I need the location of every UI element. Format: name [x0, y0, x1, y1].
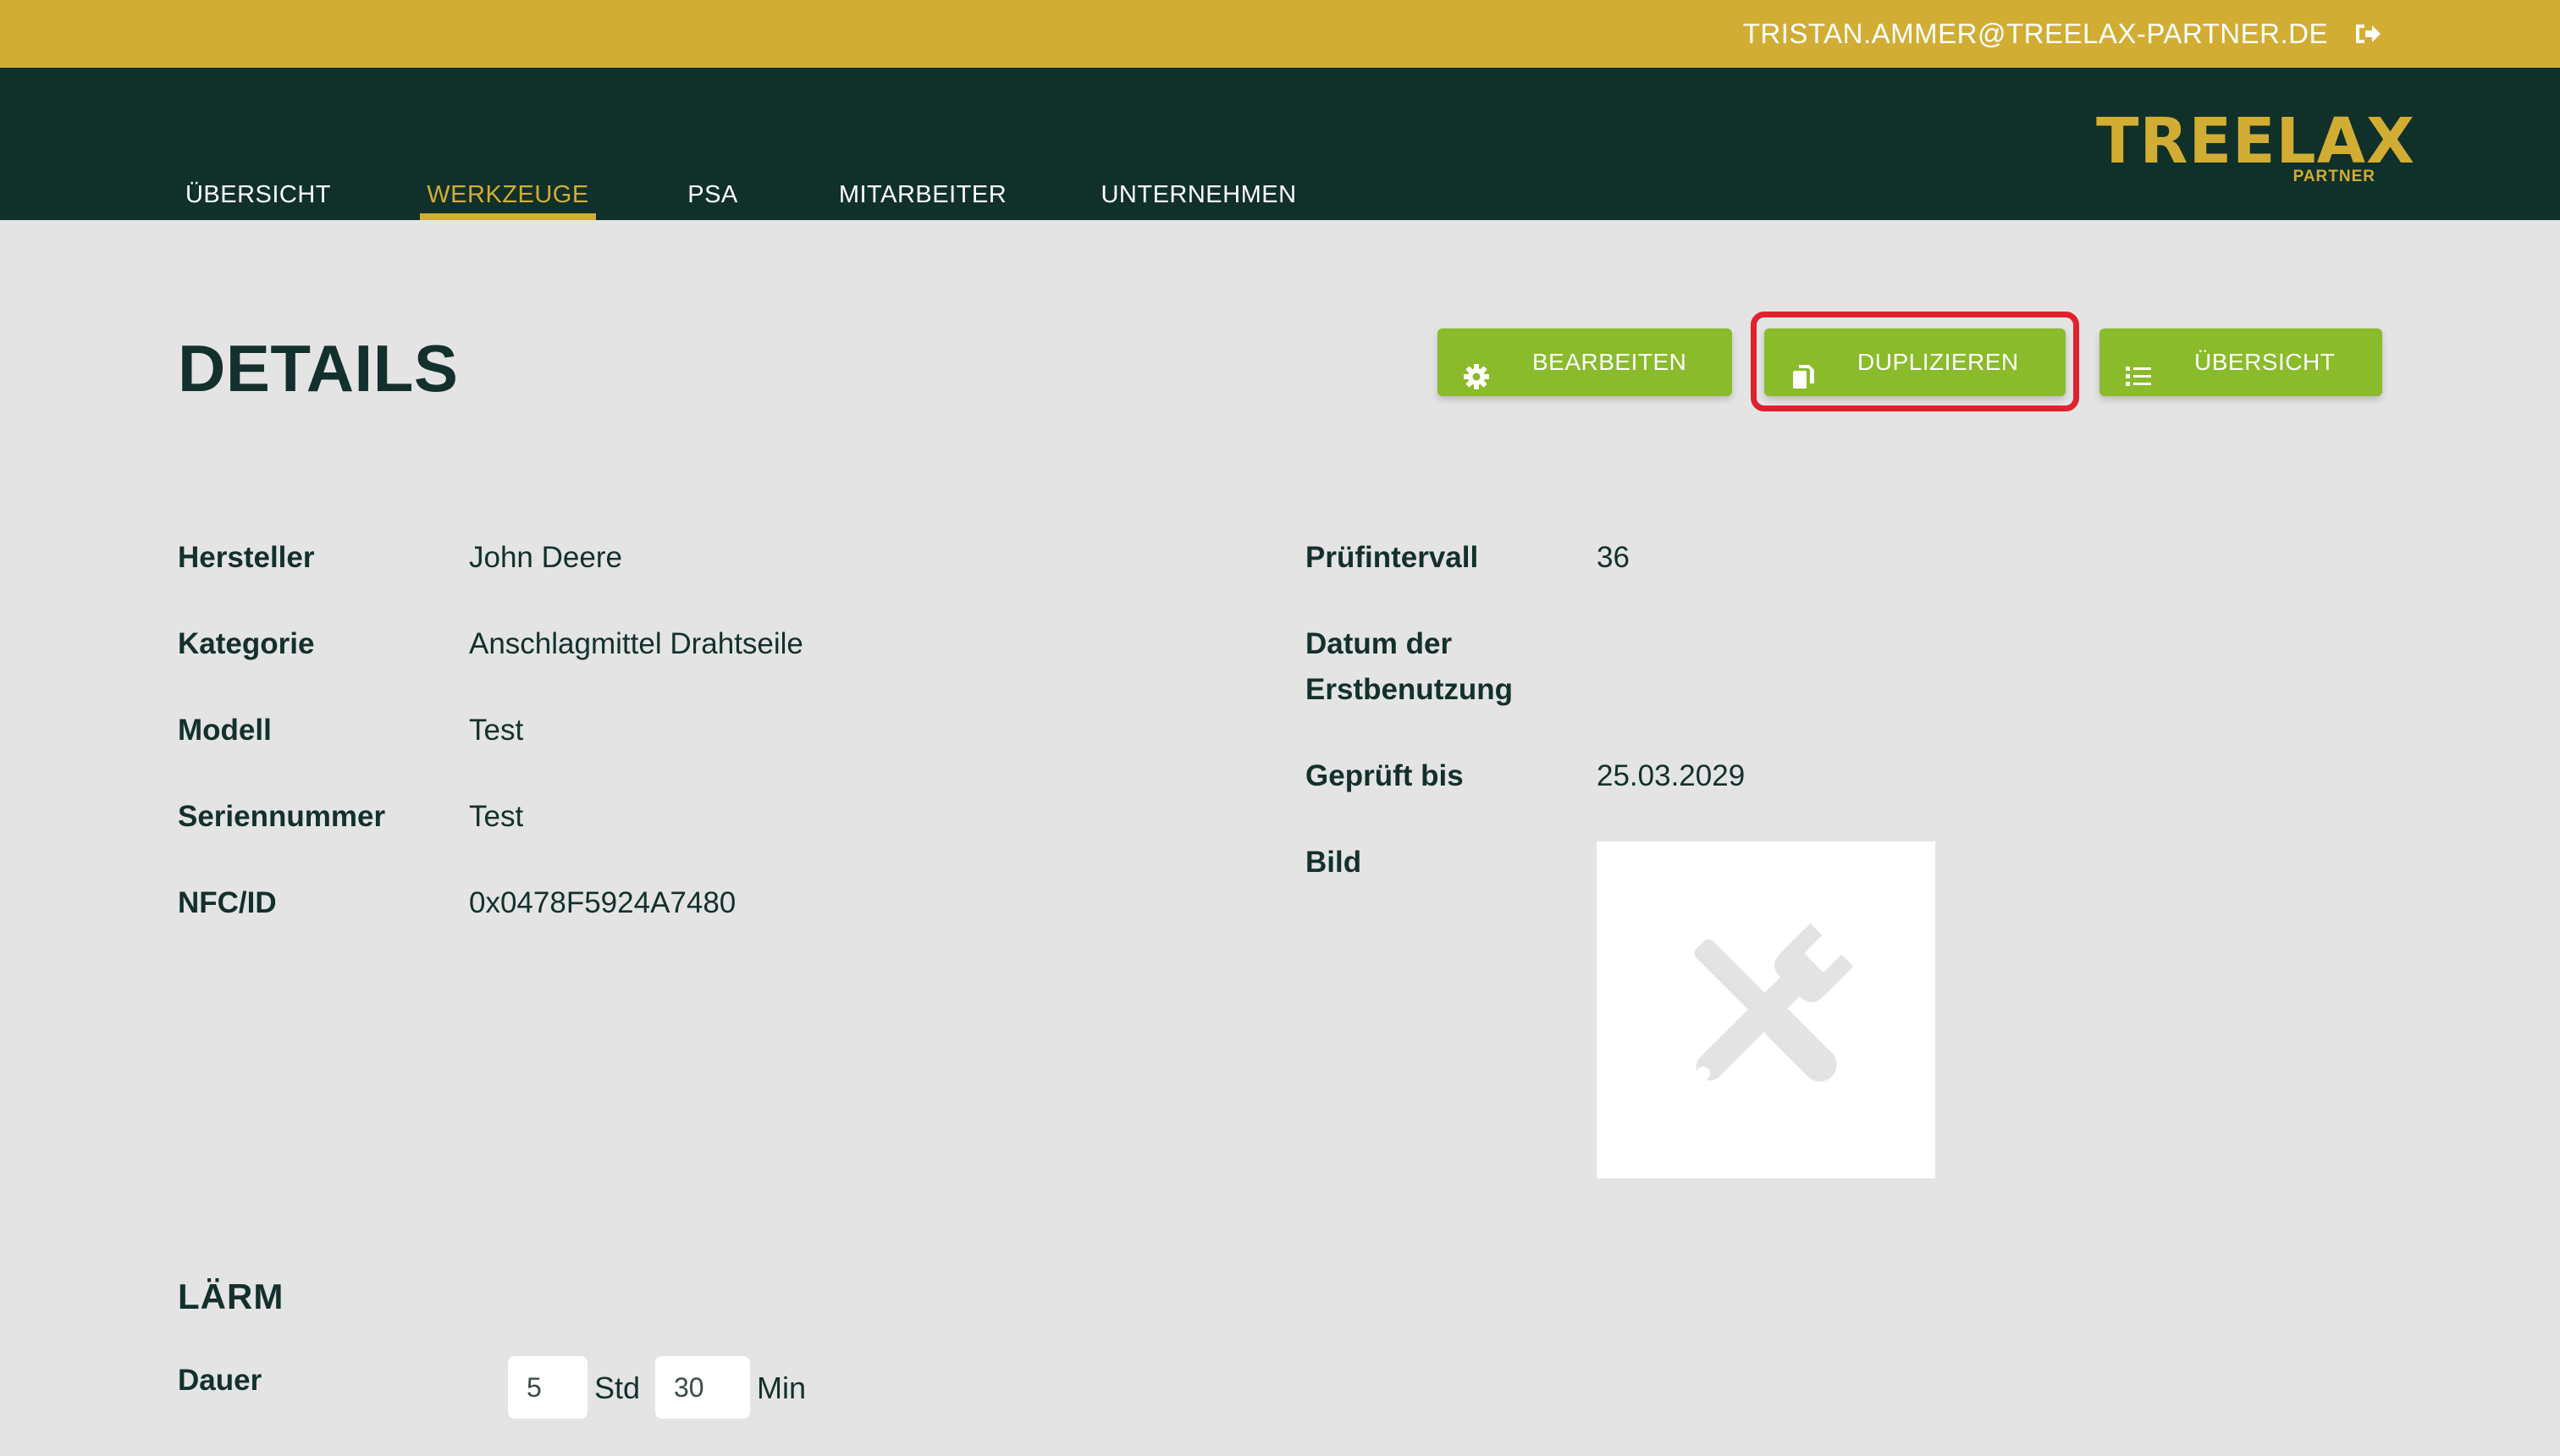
- dauer-label: Dauer: [178, 1364, 262, 1397]
- tab-label: UNTERNEHMEN: [1101, 181, 1297, 208]
- seriennummer-value: Test: [469, 800, 524, 833]
- geprueft-bis-value: 25.03.2029: [1597, 759, 1746, 792]
- modell-label: Modell: [178, 714, 272, 747]
- logo-subtitle: PARTNER: [2292, 168, 2375, 185]
- active-tab-indicator: [420, 213, 596, 220]
- tab-label: WERKZEUGE: [427, 181, 589, 208]
- pruefintervall-label: Prüfintervall: [1305, 541, 1479, 574]
- nfc-id-label: NFC/ID: [178, 886, 277, 919]
- tab-psa[interactable]: PSA: [677, 169, 748, 220]
- tab-werkzeuge[interactable]: WERKZEUGE: [420, 169, 596, 220]
- logo-wordmark: TREELAX: [2096, 105, 2416, 178]
- bild-label: Bild: [1305, 846, 1362, 879]
- edit-button[interactable]: BEARBEITEN: [1437, 328, 1732, 396]
- duplicate-button-highlight: [1751, 312, 2079, 411]
- tab-label: ÜBERSICHT: [185, 181, 332, 208]
- tab-label: MITARBEITER: [838, 181, 1007, 208]
- laerm-section-title: LÄRM: [178, 1277, 284, 1316]
- seriennummer-label: Seriennummer: [178, 800, 386, 833]
- tab-uebersicht[interactable]: ÜBERSICHT: [178, 169, 339, 220]
- hersteller-label: Hersteller: [178, 541, 315, 574]
- edit-button-label: BEARBEITEN: [1532, 349, 1687, 375]
- erstbenutzung-label-line1: Datum der: [1305, 627, 1453, 660]
- tab-unternehmen[interactable]: UNTERNEHMEN: [1097, 169, 1300, 220]
- gear-icon: [1463, 349, 1490, 389]
- tab-label: PSA: [687, 181, 738, 208]
- pruefintervall-value: 36: [1597, 541, 1630, 574]
- overview-button[interactable]: ÜBERSICHT: [2099, 328, 2382, 396]
- tab-mitarbeiter[interactable]: MITARBEITER: [833, 169, 1012, 220]
- tool-image-placeholder: [1597, 841, 1935, 1178]
- user-email[interactable]: TRISTAN.AMMER@TREELAX-PARTNER.DE: [1743, 0, 2328, 68]
- erstbenutzung-label-line2: Erstbenutzung: [1305, 673, 1513, 706]
- nfc-id-value: 0x0478F5924A7480: [469, 886, 737, 919]
- list-icon: [2125, 349, 2152, 386]
- user-bar: TRISTAN.AMMER@TREELAX-PARTNER.DE: [0, 0, 2560, 68]
- geprueft-bis-label: Geprüft bis: [1305, 759, 1464, 792]
- overview-button-label: ÜBERSICHT: [2194, 349, 2336, 375]
- page-title: DETAILS: [178, 331, 459, 405]
- minutes-unit: Min: [757, 1371, 807, 1405]
- kategorie-label: Kategorie: [178, 627, 315, 660]
- treelax-logo[interactable]: TREELAX PARTNER: [2096, 110, 2414, 185]
- modell-value: Test: [469, 714, 524, 747]
- tools-icon: [1664, 909, 1868, 1112]
- hours-unit: Std: [594, 1371, 641, 1405]
- kategorie-value: Anschlagmittel Drahtseile: [469, 627, 803, 660]
- main-nav: ÜBERSICHT WERKZEUGE PSA MITARBEITER UNTE…: [0, 68, 2560, 220]
- hours-input[interactable]: [508, 1356, 588, 1419]
- minutes-input[interactable]: [655, 1356, 750, 1419]
- hersteller-value: John Deere: [469, 541, 622, 574]
- sign-out-icon[interactable]: [2353, 21, 2382, 47]
